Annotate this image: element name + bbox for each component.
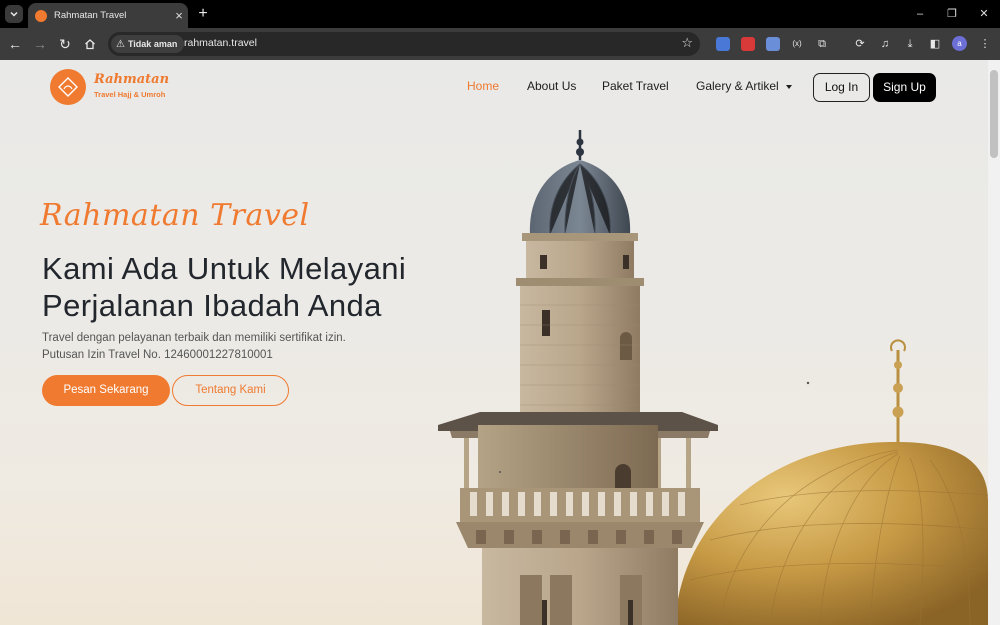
browser-tabbar: Rahmatan Travel × + – ❐ ✕ — [0, 0, 1000, 28]
tentang-kami-button[interactable]: Tentang Kami — [172, 375, 289, 406]
forward-arrow-icon[interactable]: → — [31, 35, 49, 53]
page-viewport: Rahmatan Travel Hajj & Umroh Home About … — [0, 60, 1000, 625]
hero-headline-line2: Perjalanan Ibadah Anda — [42, 288, 382, 323]
hero-desc-line1: Travel dengan pelayanan terbaik dan memi… — [42, 332, 346, 344]
url-text: rahmatan.travel — [184, 37, 257, 49]
golden-dome — [675, 339, 988, 625]
hero-headline-line1: Kami Ada Untuk Melayani — [42, 251, 407, 286]
hero-headline: Kami Ada Untuk Melayani Perjalanan Ibada… — [42, 250, 406, 324]
minimize-button[interactable]: – — [905, 4, 935, 24]
chevron-down-icon — [10, 11, 18, 17]
download-icon[interactable]: ⤓ — [902, 36, 918, 52]
puzzle-extensions-icon[interactable]: ⧉ — [814, 36, 830, 52]
pesan-sekarang-button[interactable]: Pesan Sekarang — [42, 375, 170, 406]
mosque-hero-image — [438, 130, 988, 625]
security-chip-label: Tidak aman — [127, 39, 178, 49]
more-menu-icon[interactable]: ⋮ — [977, 36, 993, 52]
logo-name[interactable]: Rahmatan — [94, 72, 169, 87]
back-arrow-icon[interactable]: ← — [6, 35, 24, 53]
warning-icon: ⚠ — [116, 38, 125, 50]
nav-galery-artikel-dropdown[interactable]: Galery & Artikel — [696, 79, 792, 93]
hero-script-title: Rahmatan Travel — [40, 198, 310, 233]
new-tab-icon[interactable]: + — [194, 5, 212, 23]
caret-down-icon — [785, 84, 792, 89]
tab-search-button[interactable] — [5, 5, 23, 23]
bookmark-star-icon[interactable]: ☆ — [681, 35, 693, 51]
home-icon[interactable] — [81, 35, 99, 53]
side-panel-icon[interactable]: ◧ — [927, 36, 943, 52]
sync-icon[interactable]: ⟳ — [852, 36, 868, 52]
browser-tab[interactable]: Rahmatan Travel × — [28, 3, 188, 28]
cookie-extension-icon[interactable]: (x) — [789, 36, 805, 52]
address-bar[interactable]: ⚠ Tidak aman rahmatan.travel ☆ — [108, 32, 700, 56]
nav-about-us[interactable]: About Us — [527, 79, 576, 93]
profile-avatar[interactable]: a — [952, 36, 967, 51]
browser-toolbar: ← → ↻ ⚠ Tidak aman rahmatan.travel ☆ (x)… — [0, 28, 1000, 60]
translate-extension-icon[interactable] — [716, 37, 730, 51]
site-favicon-icon — [35, 9, 47, 22]
nav-home[interactable]: Home — [467, 79, 499, 93]
scrollbar-thumb[interactable] — [990, 70, 998, 158]
close-window-button[interactable]: ✕ — [969, 4, 999, 24]
tab-title: Rahmatan Travel — [54, 10, 127, 21]
login-button[interactable]: Log In — [813, 73, 870, 102]
media-controls-icon[interactable]: ♫ — [877, 36, 893, 52]
security-chip[interactable]: ⚠ Tidak aman — [111, 35, 185, 53]
site-logo-icon[interactable] — [50, 69, 86, 105]
page-scrollbar[interactable] — [988, 60, 1000, 625]
tab-close-icon[interactable]: × — [170, 8, 188, 23]
reload-icon[interactable]: ↻ — [56, 35, 74, 53]
hero-desc-line2: Putusan Izin Travel No. 1246000122781000… — [42, 349, 273, 361]
signup-button[interactable]: Sign Up — [873, 73, 936, 102]
logo-tagline: Travel Hajj & Umroh — [94, 90, 166, 99]
nav-galery-artikel-label: Galery & Artikel — [696, 79, 779, 93]
hero-description: Travel dengan pelayanan terbaik dan memi… — [42, 330, 346, 364]
restore-button[interactable]: ❐ — [937, 4, 967, 24]
red-extension-icon[interactable] — [741, 37, 755, 51]
nav-paket-travel[interactable]: Paket Travel — [602, 79, 669, 93]
minaret — [438, 130, 718, 625]
docs-extension-icon[interactable] — [766, 37, 780, 51]
